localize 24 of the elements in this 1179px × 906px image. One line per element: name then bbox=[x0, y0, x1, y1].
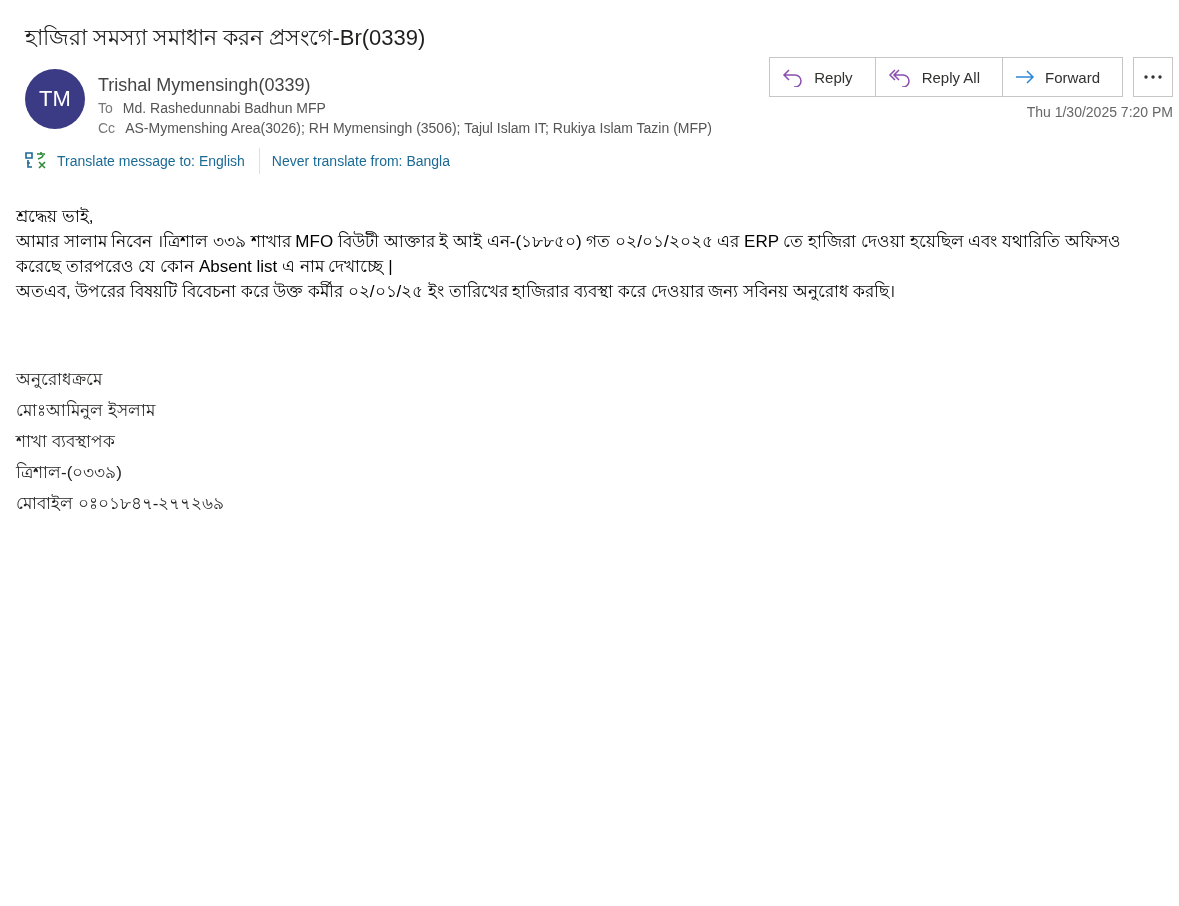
recipient: Md. Rashedunnabi Badhun MFP bbox=[122, 100, 326, 116]
signature-line: মোবাইল ০ঃ০১৮৪৭-২৭৭২৬৯ bbox=[16, 493, 225, 515]
translate-link[interactable]: Translate message to: English bbox=[57, 153, 245, 169]
signature-line: শাখা ব্যবস্থাপক bbox=[16, 431, 115, 453]
body-paragraph: অতএব, উপরের বিষয়টি বিবেচনা করে উক্ত কর্মীর ০২/০১/২৫ ইং তারিখের হাজিরার ব্যবস্থা করে দেওয়ার জন্য সবিনয় অনুরোধ করছি। bbox=[16, 280, 897, 303]
signature-line: ত্রিশাল-(০৩৩৯) bbox=[16, 461, 122, 484]
body-paragraph: শ্রদ্ধেয় ভাই, bbox=[16, 206, 95, 228]
sender-name: Trishal Mymensingh(0339) bbox=[98, 75, 311, 96]
more-button[interactable] bbox=[1133, 57, 1173, 97]
cc-label: Cc bbox=[98, 120, 116, 136]
more-icon bbox=[1144, 75, 1162, 79]
email-subject: হাজিরা সমস্যা সমাধান করন প্রসংগে-Br(0339) bbox=[25, 24, 426, 52]
reply-all-icon bbox=[887, 67, 912, 87]
translate-icon bbox=[25, 151, 47, 171]
avatar: TM bbox=[25, 69, 85, 129]
forward-icon bbox=[1015, 69, 1035, 85]
to-label: To bbox=[98, 100, 113, 116]
reply-icon bbox=[782, 67, 805, 87]
signature-line: অনুরোধক্রমে bbox=[16, 369, 102, 391]
never-translate-link[interactable]: Never translate from: Bangla bbox=[271, 153, 450, 169]
signature-line: মোঃআমিনুল ইসলাম bbox=[16, 399, 155, 422]
cc-recipients: AS-Mymenshing Area(3026); RH Mymensingh (3506); Tajul Islam IT; Rukiya Islam Tazin (MFP) bbox=[125, 120, 713, 136]
sent-date: Thu 1/30/2025 7:20 PM bbox=[1026, 104, 1173, 120]
body-paragraph: আমার সালাম নিবেন ।ত্রিশাল ৩৩৯ শাখার MFO বিউটী আক্তার ই আই এন-(১৮৮৫০) গত ০২/০১/২০২৫ এর ERP তে হাজিরা দেওয়া হয়েছিল এবং যথারিতি অফিসও করেছে তারপরেও যে কোন Absent list এ নাম দেখাচ্ছে | bbox=[16, 230, 1122, 278]
